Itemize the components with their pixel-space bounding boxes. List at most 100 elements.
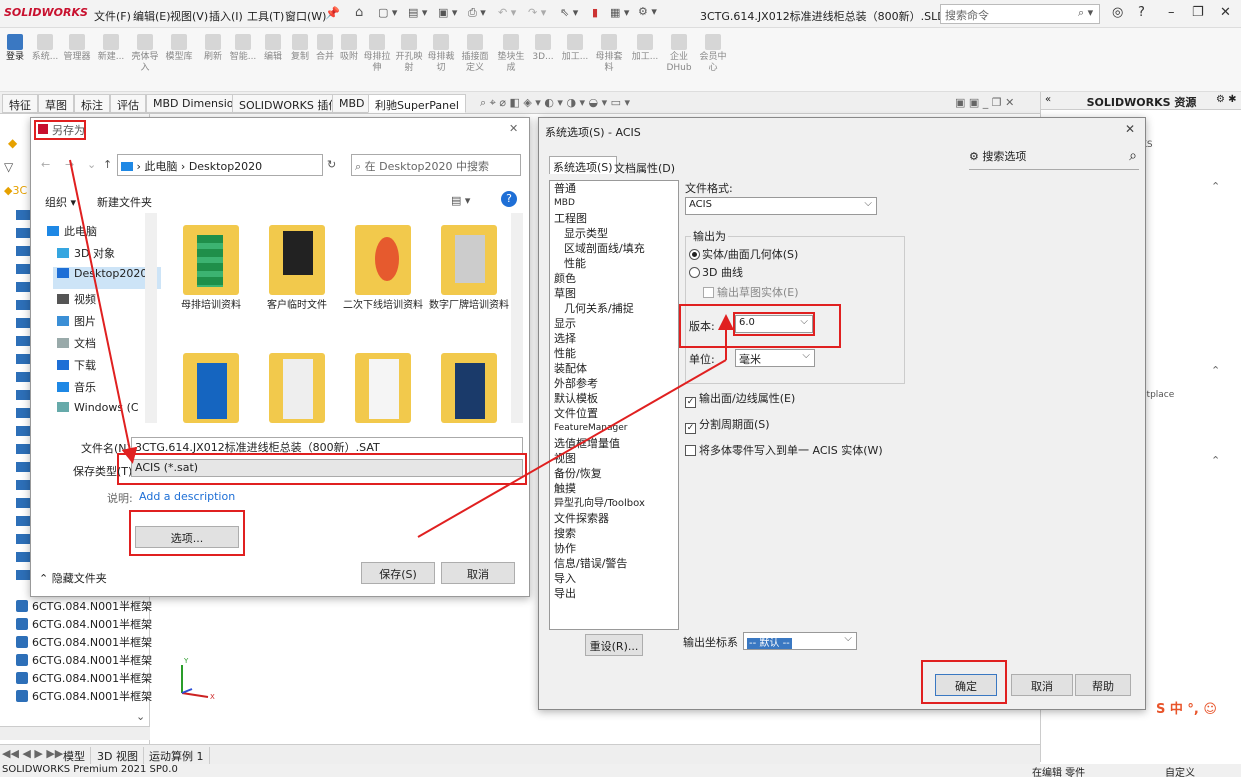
hide-folders-toggle[interactable]: ⌃ 隐藏文件夹 [39,570,107,586]
chevron-up-icon[interactable]: ⌃ [1211,180,1220,193]
nav-videos[interactable]: 视频 [57,291,96,313]
list-item[interactable]: 工程图 [554,211,587,226]
close-icon[interactable]: ✕ [509,122,518,135]
list-item[interactable]: 装配体 [554,361,587,376]
ribbon-3d-button[interactable]: 3D... [528,32,558,86]
coord-select[interactable]: -- 默认 -- [743,632,857,650]
organize-button[interactable]: 组织 ▾ [45,194,76,210]
ribbon-model-lib-button[interactable]: 模型库 [164,32,194,86]
list-item[interactable]: 选择 [554,331,576,346]
tab-document-properties[interactable]: 文档属性(D) [611,158,678,178]
tab-mbd[interactable]: MBD [332,94,372,113]
chevron-up-icon[interactable]: ⌃ [1211,454,1220,467]
list-item[interactable]: 信息/错误/警告 [554,556,627,571]
tree-horizontal-scrollbar[interactable] [0,726,150,740]
new-doc-icon[interactable]: ▢ ▾ [378,6,397,19]
list-item[interactable]: FeatureManager [554,421,627,436]
list-item[interactable]: 搜索 [554,526,576,541]
ribbon-dhub-button[interactable]: 企业DHub [664,32,694,86]
unit-select[interactable]: 毫米 [735,349,815,367]
tab-motion-study[interactable]: 运动算例 1 [144,747,210,765]
tab-sw-addins[interactable]: SOLIDWORKS 插件 [232,94,347,113]
cancel-button[interactable]: 取消 [1011,674,1073,696]
breadcrumb-item[interactable]: Desktop2020 [189,160,262,173]
view-toolbar-icons[interactable]: ⌕ ⌖ ⌀ ◧ ◈ ▾ ◐ ▾ ◑ ▾ ◒ ▾ ▭ ▾ [480,96,630,110]
save-button[interactable]: 保存(S) [361,562,435,584]
close-icon[interactable]: ✕ [1220,5,1231,20]
chevron-up-icon[interactable]: ⌃ [1211,364,1220,377]
nav-3d-objects[interactable]: 3D 对象 [57,245,115,267]
ribbon-login-button[interactable]: 登录 [0,32,30,86]
gear-icon[interactable]: ⚙ ▾ [638,5,657,18]
list-item[interactable]: 性能 [554,346,576,361]
minimize-icon[interactable]: – [1168,5,1175,20]
recent-icon[interactable]: ⌄ [87,158,96,171]
tree-item[interactable]: 6CTG.084.N001半框架 [16,688,152,706]
up-icon[interactable]: ↑ [103,158,112,171]
menu-insert[interactable]: 插入(I) [209,8,243,24]
ribbon-busbar-stretch-button[interactable]: 母排拉伸 [362,32,392,86]
folder-item[interactable]: 客户临时文件 [257,225,337,312]
menu-tools[interactable]: 工具(T) [247,8,284,24]
tab-features[interactable]: 特征 [2,94,38,113]
refresh-icon[interactable]: ↻ [327,158,336,171]
menu-edit[interactable]: 编辑(E) [133,8,171,24]
ime-logo-icon[interactable]: S 中 °, ☺ [1156,698,1217,717]
file-grid-scrollbar[interactable] [511,213,523,423]
list-item[interactable]: 区域剖面线/填充 [564,241,645,256]
list-item[interactable]: 普通 [554,181,576,196]
tab-markup[interactable]: 标注 [74,94,110,113]
split-periodic-checkbox[interactable]: ✓ 分割周期面(S) [685,416,770,434]
menu-window[interactable]: 窗口(W) [285,8,326,24]
select-arrow-icon[interactable]: ⇖ ▾ [560,6,578,19]
folder-item[interactable]: 母排培训资料 [171,225,251,312]
list-item[interactable]: 默认模板 [554,391,598,406]
list-item[interactable]: 导出 [554,586,576,601]
close-icon[interactable]: ✕ [1125,122,1135,136]
tree-item[interactable]: 6CTG.084.N001半框架 [16,670,152,688]
undo-icon[interactable]: ↶ ▾ [498,6,516,19]
tab-sketch[interactable]: 草图 [38,94,74,113]
ribbon-member-button[interactable]: 会员中心 [698,32,728,86]
window-controls-icons[interactable]: ▣ ▣ _ ❐ ✕ [955,96,1014,109]
tree-item[interactable]: 6CTG.084.N001半框架 [16,634,152,652]
status-custom[interactable]: 自定义 [1165,764,1195,777]
ribbon-pad-button[interactable]: 垫块生成 [496,32,526,86]
list-item[interactable]: 草图 [554,286,576,301]
list-item[interactable]: MBD [554,196,575,211]
folder-item[interactable] [343,353,423,427]
folder-item[interactable]: 二次下线培训资料 [343,225,423,312]
ribbon-new-button[interactable]: 新建... [96,32,126,86]
scroll-down-icon[interactable]: ⌄ [136,710,145,723]
solid-surface-radio[interactable]: 实体/曲面几何体(S) [689,246,798,262]
sketch-entities-checkbox[interactable]: 输出草图实体(E) [703,284,799,300]
tab-3d-view[interactable]: 3D 视图 [92,747,144,765]
list-item[interactable]: 选值框增量值 [554,436,620,451]
back-icon[interactable]: ← [41,158,50,171]
ribbon-process2-button[interactable]: 加工... [630,32,660,86]
folder-search-input[interactable]: ⌕ 在 Desktop2020 中搜索 [351,154,521,176]
tree-item[interactable]: 6CTG.084.N001半框架 [16,652,152,670]
ribbon-edit-button[interactable]: 编辑 [258,32,288,86]
list-item[interactable]: 异型孔向导/Toolbox [554,496,645,511]
ribbon-busbar-cut-button[interactable]: 母排裁切 [426,32,456,86]
folder-item[interactable]: 数字厂牌培训资料 [429,225,509,312]
ok-button[interactable]: 确定 [935,674,997,696]
version-select[interactable]: 6.0 [735,315,813,333]
options-search-input[interactable]: ⚙ 搜索选项 ⌕ [969,148,1139,170]
list-item[interactable]: 导入 [554,571,576,586]
nav-this-pc[interactable]: 此电脑 [47,223,97,245]
folder-item[interactable] [257,353,337,427]
new-folder-button[interactable]: 新建文件夹 [97,194,152,210]
ribbon-manager-button[interactable]: 管理器 [62,32,92,86]
ribbon-snap-button[interactable]: 吸附 [334,32,364,86]
pin-icon[interactable]: 📌 [325,6,340,20]
list-item[interactable]: 颜色 [554,271,576,286]
face-edge-checkbox[interactable]: ✓ 输出面/边线属性(E) [685,390,795,408]
print-icon[interactable]: ⎙ ▾ [468,6,486,20]
tab-model[interactable]: 模型 [58,747,91,765]
help-icon[interactable]: ? [1138,5,1145,20]
nav-documents[interactable]: 文档 [57,335,96,357]
list-item[interactable]: 文件位置 [554,406,598,421]
command-search-input[interactable]: 搜索命令 [940,4,1100,24]
